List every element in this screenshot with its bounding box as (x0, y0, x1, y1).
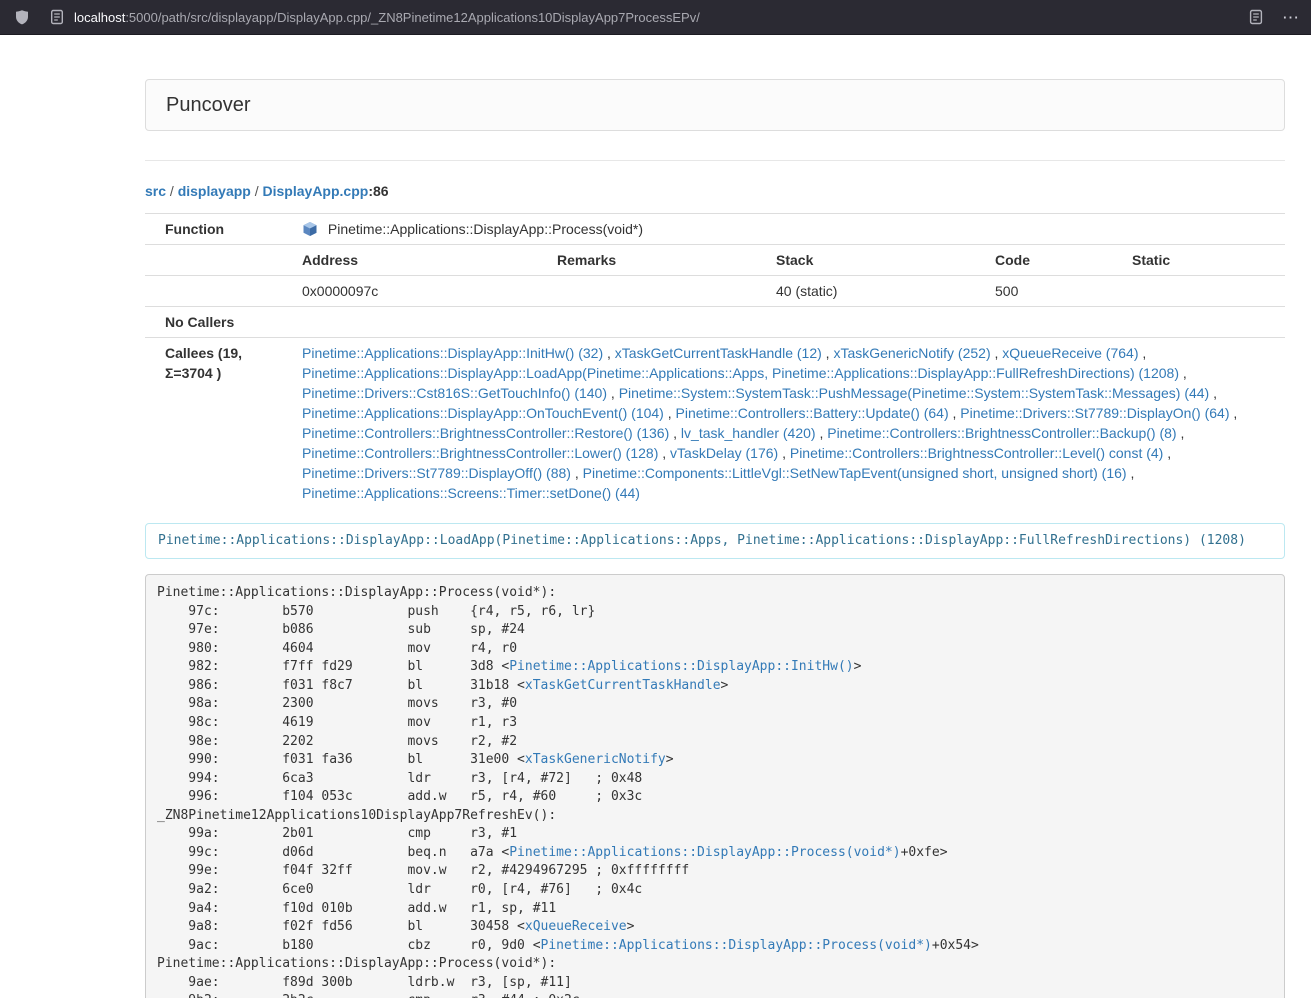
function-icon (302, 221, 318, 237)
breadcrumb: src / displayapp / DisplayApp.cpp:86 (145, 181, 1285, 201)
page-content: Puncover src / displayapp / DisplayApp.c… (145, 79, 1285, 998)
shield-icon[interactable] (14, 9, 30, 25)
reader-view-icon[interactable] (1248, 9, 1264, 25)
browser-toolbar: localhost:5000/path/src/displayapp/Displ… (0, 0, 1311, 35)
callee-link[interactable]: lv_task_handler (420) (681, 425, 816, 441)
disassembly: Pinetime::Applications::DisplayApp::Proc… (145, 574, 1285, 998)
breadcrumb-line-number: :86 (368, 183, 388, 199)
stat-static (1120, 276, 1285, 307)
breadcrumb-link[interactable]: src (145, 183, 166, 199)
breadcrumb-link[interactable]: displayapp (178, 183, 251, 199)
callees-row: Callees (19, Σ=3704 ) Pinetime::Applicat… (145, 338, 1285, 509)
stats-header-row: Address Remarks Stack Code Static (145, 245, 1285, 276)
no-callers-row: No Callers (145, 307, 1285, 338)
callee-link[interactable]: Pinetime::Components::LittleVgl::SetNewT… (583, 465, 1127, 481)
callee-link[interactable]: Pinetime::Controllers::BrightnessControl… (827, 425, 1176, 441)
stat-stack: 40 (static) (764, 276, 983, 307)
stats-header-address: Address (290, 245, 545, 276)
breadcrumb-separator: / (166, 183, 178, 199)
stat-address: 0x0000097c (290, 276, 545, 307)
function-row-label: Function (145, 214, 290, 245)
disassembly-symbol-link[interactable]: xTaskGetCurrentTaskHandle (525, 678, 721, 693)
brand-header: Puncover (145, 79, 1285, 131)
disassembly-symbol-link[interactable]: Pinetime::Applications::DisplayApp::Proc… (541, 938, 932, 953)
disassembly-symbol-link[interactable]: xQueueReceive (525, 919, 627, 934)
disassembly-symbol-link[interactable]: xTaskGenericNotify (525, 752, 666, 767)
callee-link[interactable]: Pinetime::Applications::DisplayApp::Init… (302, 345, 603, 361)
overflow-menu-icon[interactable]: ⋯ (1282, 9, 1299, 26)
no-callers-cell (290, 307, 1285, 338)
callee-link[interactable]: xTaskGetCurrentTaskHandle (12) (615, 345, 822, 361)
disassembly-symbol-link[interactable]: Pinetime::Applications::DisplayApp::Init… (509, 659, 853, 674)
callee-link[interactable]: Pinetime::Applications::Screens::Timer::… (302, 485, 640, 501)
function-table: Function Pinetime::Applications::Display… (145, 213, 1285, 508)
callees-cell: Pinetime::Applications::DisplayApp::Init… (290, 338, 1285, 509)
url-bar[interactable]: localhost:5000/path/src/displayapp/Displ… (50, 3, 1236, 31)
callee-link[interactable]: xQueueReceive (764) (1002, 345, 1138, 361)
breadcrumb-link[interactable]: DisplayApp.cpp (263, 183, 369, 199)
stats-header-static: Static (1120, 245, 1285, 276)
stat-remarks (545, 276, 764, 307)
stats-header-remarks: Remarks (545, 245, 764, 276)
brand-title: Puncover (166, 92, 1264, 118)
url-path: :5000/path/src/displayapp/DisplayApp.cpp… (125, 10, 700, 25)
url-host: localhost (74, 10, 125, 25)
callee-link[interactable]: Pinetime::System::SystemTask::PushMessag… (619, 385, 1210, 401)
callee-link[interactable]: Pinetime::Controllers::BrightnessControl… (790, 445, 1163, 461)
highlighted-callee: Pinetime::Applications::DisplayApp::Load… (145, 523, 1285, 559)
disassembly-symbol-link[interactable]: Pinetime::Applications::DisplayApp::Proc… (509, 845, 900, 860)
url-text: localhost:5000/path/src/displayapp/Displ… (74, 10, 700, 25)
callee-link[interactable]: vTaskDelay (176) (670, 445, 778, 461)
stats-value-row: 0x0000097c 40 (static) 500 (145, 276, 1285, 307)
callee-link[interactable]: Pinetime::Applications::DisplayApp::Load… (302, 365, 1179, 381)
callee-link[interactable]: Pinetime::Drivers::St7789::DisplayOff() … (302, 465, 571, 481)
breadcrumb-separator: / (251, 183, 263, 199)
page-icon (50, 9, 64, 25)
callee-link[interactable]: Pinetime::Drivers::St7789::DisplayOn() (… (960, 405, 1229, 421)
callee-link[interactable]: Pinetime::Controllers::BrightnessControl… (302, 425, 669, 441)
callee-link[interactable]: Pinetime::Controllers::BrightnessControl… (302, 445, 658, 461)
callee-link[interactable]: xTaskGenericNotify (252) (833, 345, 990, 361)
stats-value-spacer (145, 276, 290, 307)
stat-code: 500 (983, 276, 1120, 307)
callee-link[interactable]: Pinetime::Applications::DisplayApp::OnTo… (302, 405, 664, 421)
function-row: Function Pinetime::Applications::Display… (145, 214, 1285, 245)
no-callers-label: No Callers (145, 307, 290, 338)
divider (145, 160, 1285, 161)
stats-header-stack: Stack (764, 245, 983, 276)
stats-header-spacer (145, 245, 290, 276)
callee-link[interactable]: Pinetime::Drivers::Cst816S::GetTouchInfo… (302, 385, 607, 401)
callees-label: Callees (19, Σ=3704 ) (145, 338, 290, 509)
stats-header-code: Code (983, 245, 1120, 276)
function-name: Pinetime::Applications::DisplayApp::Proc… (328, 221, 643, 237)
function-name-cell: Pinetime::Applications::DisplayApp::Proc… (290, 214, 1285, 245)
callee-link[interactable]: Pinetime::Controllers::Battery::Update()… (676, 405, 949, 421)
